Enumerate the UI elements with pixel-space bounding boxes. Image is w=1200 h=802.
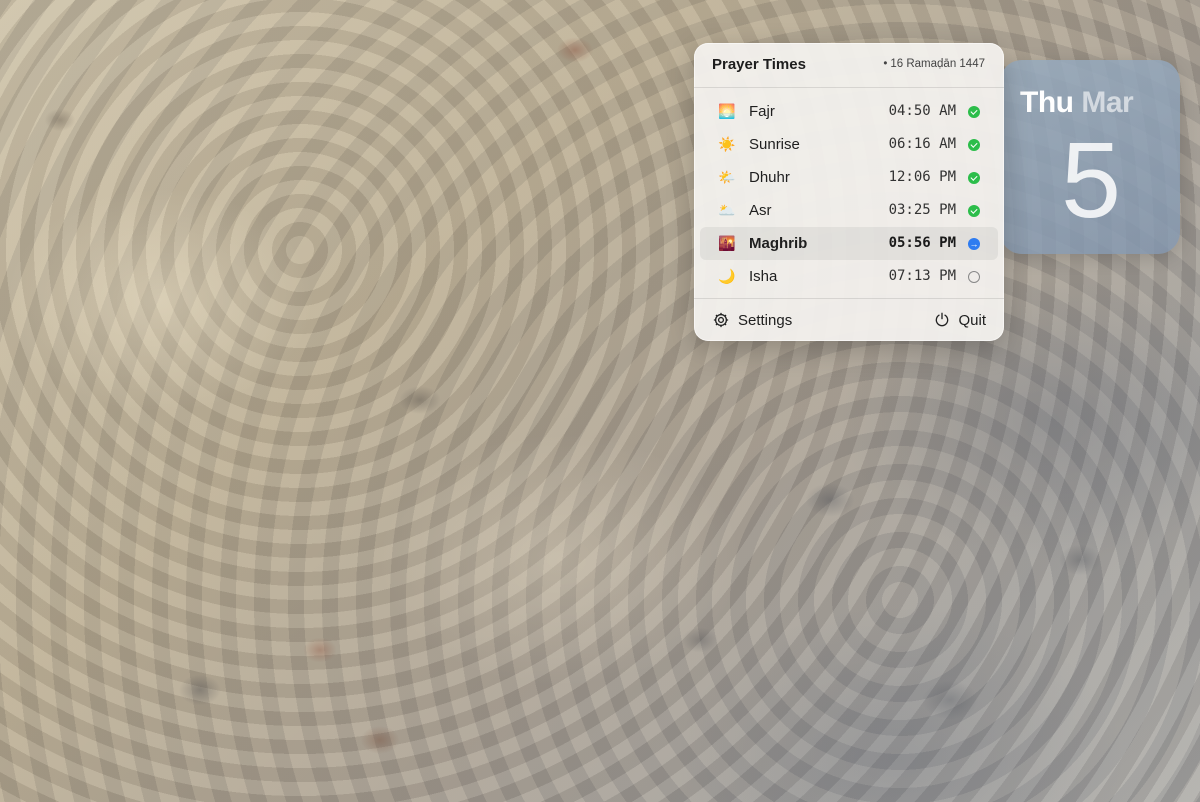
prayer-time: 05:56 PM bbox=[888, 235, 956, 251]
asr-icon: 🌥️ bbox=[718, 202, 736, 218]
menu-header: Prayer Times • 16 Ramaḍān 1447 bbox=[694, 43, 1004, 87]
settings-button[interactable]: Settings bbox=[712, 307, 792, 333]
quit-button[interactable]: Quit bbox=[934, 307, 986, 333]
power-icon bbox=[936, 312, 949, 327]
maghrib-icon: 🌇 bbox=[718, 235, 736, 251]
prayer-name: Dhuhr bbox=[749, 169, 790, 186]
prayer-row-maghrib[interactable]: 🌇 Maghrib 05:56 PM bbox=[700, 227, 998, 260]
settings-label: Settings bbox=[738, 311, 793, 329]
quit-label: Quit bbox=[958, 311, 986, 329]
menu-title: Prayer Times bbox=[712, 56, 806, 73]
prayer-row-dhuhr[interactable]: 🌤️ Dhuhr 12:06 PM bbox=[700, 161, 998, 194]
checkmark-icon bbox=[968, 205, 980, 217]
prayer-name: Sunrise bbox=[749, 136, 800, 153]
prayer-name: Isha bbox=[749, 268, 778, 285]
divider bbox=[694, 87, 1004, 88]
calendar-widget[interactable]: Thu Mar 5 bbox=[1000, 60, 1180, 254]
prayer-row-asr[interactable]: 🌥️ Asr 03:25 PM bbox=[700, 194, 998, 227]
desktop: { "panel": { "title": "Prayer Times", "h… bbox=[0, 0, 1200, 802]
calendar-month: Mar bbox=[1081, 86, 1134, 119]
calendar-weekday: Thu bbox=[1020, 86, 1074, 119]
checkmark-icon bbox=[968, 172, 980, 184]
isha-icon: 🌙 bbox=[718, 268, 736, 284]
hijri-date-text: 16 Ramaḍān 1447 bbox=[890, 58, 985, 70]
prayer-row-fajr[interactable]: 🌅 Fajr 04:50 AM bbox=[700, 95, 998, 128]
prayer-time: 12:06 PM bbox=[888, 169, 956, 185]
next-arrow-icon bbox=[968, 238, 980, 250]
checkmark-icon bbox=[968, 106, 980, 118]
hijri-date: • 16 Ramaḍān 1447 bbox=[883, 58, 985, 70]
calendar-day-number: 5 bbox=[1060, 119, 1122, 240]
prayer-time: 07:13 PM bbox=[888, 268, 956, 284]
prayer-time: 04:50 AM bbox=[888, 103, 956, 119]
prayer-name: Asr bbox=[749, 202, 772, 219]
prayer-times-menu: Prayer Times • 16 Ramaḍān 1447 🌅 Fajr 04:… bbox=[694, 43, 1004, 341]
menu-footer: Settings Quit bbox=[694, 299, 1004, 341]
prayer-time: 06:16 AM bbox=[888, 136, 956, 152]
pending-circle-icon bbox=[968, 271, 980, 283]
prayer-row-sunrise[interactable]: ☀️ Sunrise 06:16 AM bbox=[700, 128, 998, 161]
prayer-row-isha[interactable]: 🌙 Isha 07:13 PM bbox=[700, 260, 998, 293]
prayer-list: 🌅 Fajr 04:50 AM ☀️ Sunrise 06:16 AM 🌤️ D… bbox=[694, 95, 1004, 293]
calendar-date-line: Thu Mar bbox=[1020, 86, 1134, 120]
dhuhr-icon: 🌤️ bbox=[718, 169, 736, 185]
fajr-icon: 🌅 bbox=[718, 103, 736, 119]
gear-icon bbox=[713, 312, 729, 328]
bullet-icon: • bbox=[883, 58, 888, 70]
prayer-name: Fajr bbox=[749, 103, 775, 120]
prayer-time: 03:25 PM bbox=[888, 202, 956, 218]
sunrise-icon: ☀️ bbox=[718, 136, 736, 152]
checkmark-icon bbox=[968, 139, 980, 151]
prayer-name: Maghrib bbox=[749, 235, 808, 252]
